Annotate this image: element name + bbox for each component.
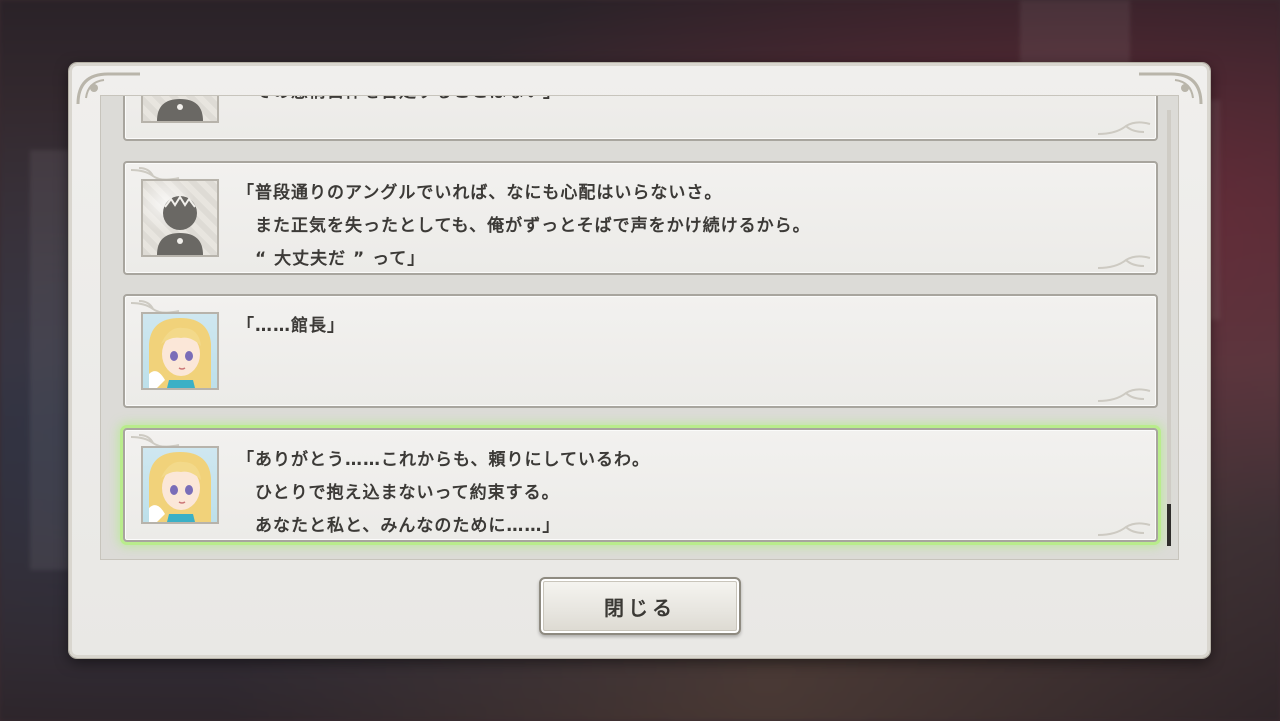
backlog-entry[interactable]: 「普段通りのアングルでいれば、なにも心配はいらないさ。 また正気を失ったとしても… (123, 161, 1158, 275)
dialogue-line: その感情自体を否定することはない」 (237, 96, 1136, 109)
dialogue-line: “ 大丈夫だ ” って」 (237, 249, 426, 269)
blonde-girl-avatar-icon (141, 446, 219, 524)
dialogue-line: 「ありがとう……これからも、頼りにしているわ。 (237, 450, 650, 470)
silhouette-avatar-icon (141, 179, 219, 257)
dialogue-line: あなたと私と、みんなのために……」 (237, 516, 561, 536)
backlog-entry[interactable]: その感情自体を否定することはない」 (123, 96, 1158, 141)
dialogue-line: 「普段通りのアングルでいれば、なにも心配はいらないさ。 (237, 183, 723, 203)
dialogue-line: また正気を失ったとしても、俺がずっとそばで声をかけ続けるから。 (237, 216, 811, 236)
backlog-entry[interactable]: 「……館長」 (123, 294, 1158, 408)
silhouette-avatar-icon (141, 96, 219, 123)
scrollbar[interactable] (1167, 110, 1171, 546)
backlog-list[interactable]: その感情自体を否定することはない」 「普段通りのアングルでいれば、なにも心配はい… (100, 95, 1179, 560)
dialogue-line: 「……館長」 (237, 316, 345, 336)
backlog-entry-active[interactable]: 「ありがとう……これからも、頼りにしているわ。 ひとりで抱え込まないって約束する… (123, 428, 1158, 542)
flourish-icon (1097, 522, 1151, 536)
flourish-icon (1097, 121, 1151, 135)
flourish-icon (1097, 388, 1151, 402)
scroll-thumb[interactable] (1167, 504, 1171, 546)
dialogue-line: ひとりで抱え込まないって約束する。 (237, 483, 560, 503)
blonde-girl-avatar-icon (141, 312, 219, 390)
close-button[interactable]: 閉じる (539, 577, 741, 635)
flourish-icon (1097, 255, 1151, 269)
